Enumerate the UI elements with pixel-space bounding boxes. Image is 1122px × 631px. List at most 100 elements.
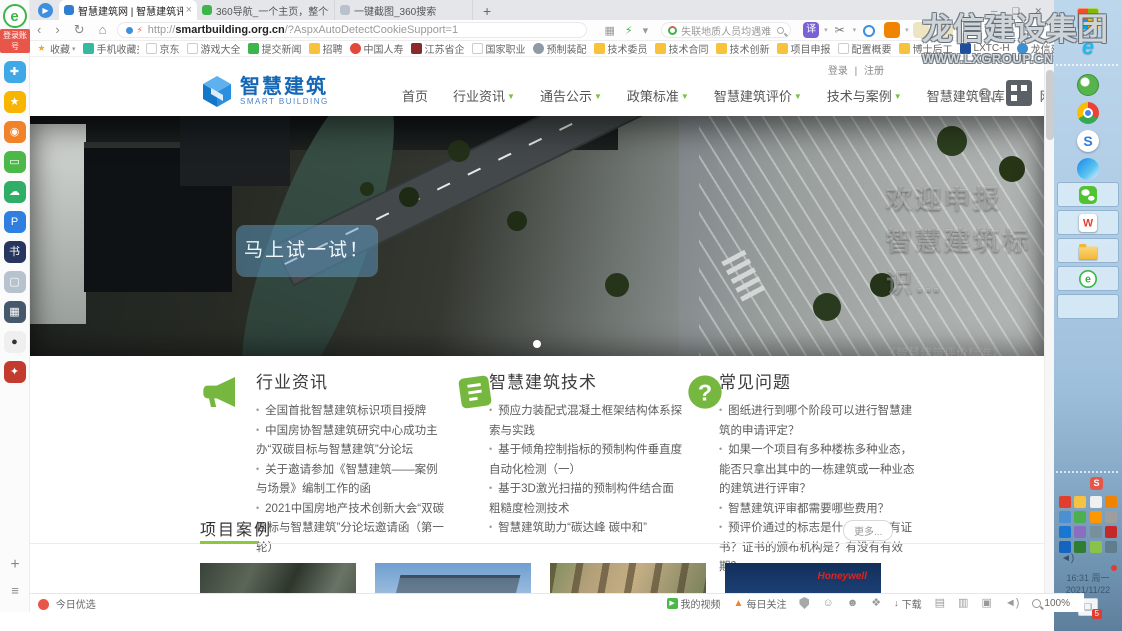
tray-icon[interactable] — [1074, 496, 1086, 508]
favorites-star-icon[interactable]: ★ — [4, 91, 26, 113]
news-link[interactable]: 全国首批智慧建筑标识项目授牌 — [256, 402, 448, 422]
login-account-badge[interactable]: 登录账号 — [0, 29, 30, 53]
bookmark-item[interactable]: 提交新闻 — [248, 41, 302, 56]
wechat-icon[interactable] — [1079, 185, 1097, 203]
qq-browser-icon[interactable] — [1077, 158, 1099, 180]
bookmark-item[interactable]: 龙信建设 — [1017, 41, 1054, 56]
tray-icon[interactable] — [1074, 541, 1086, 553]
sogou-browser-icon[interactable]: S — [1077, 130, 1099, 152]
extension-icon[interactable] — [937, 22, 953, 38]
game-screenshot-icon[interactable]: ▦ — [4, 301, 26, 323]
nav-item-技术与案例[interactable]: 技术与案例▼ — [827, 86, 902, 105]
browser-360-logo-icon[interactable]: e — [3, 4, 27, 28]
kuaikan-icon[interactable]: ◉ — [4, 121, 26, 143]
news-link[interactable]: 智慧建筑助力“碳达峰 碳中和” — [489, 519, 683, 539]
bookmark-item[interactable]: 中国人寿 — [350, 41, 404, 56]
news-link[interactable]: 关于邀请参加《智慧建筑——案例与场景》编制工作的函 — [256, 461, 448, 500]
panda-game-icon[interactable]: ● — [4, 331, 26, 353]
reader-mode-icon[interactable]: ❖ — [871, 598, 881, 609]
bookmark-item[interactable]: 项目申报 — [777, 41, 831, 56]
tab-close-button[interactable]: × — [186, 4, 192, 16]
news-link[interactable]: 如果一个项目有多种楼栋多种业态，能否只拿出其中的一栋建筑或一种业态的建筑进行评审… — [719, 441, 923, 500]
notes-icon[interactable]: ▭ — [4, 151, 26, 173]
login-link[interactable]: 登录 — [828, 66, 848, 77]
sogou-tray-icon[interactable]: S — [1090, 477, 1103, 490]
bolt-icon[interactable]: ⚡ — [625, 24, 633, 37]
tray-icon[interactable] — [1059, 526, 1071, 538]
bookmark-item[interactable]: 江苏省企 — [411, 41, 465, 56]
bookmark-item[interactable]: 预制装配 — [533, 41, 587, 56]
split-window-icon[interactable]: ▥ — [958, 598, 968, 609]
mood-icon[interactable]: ☺ — [822, 598, 833, 609]
translate-extension-icon[interactable]: 译 — [803, 22, 819, 38]
bookmark-item[interactable]: 京东 — [146, 41, 180, 56]
nav-item-通告公示[interactable]: 通告公示▼ — [540, 86, 602, 105]
tray-icon[interactable] — [1090, 496, 1102, 508]
nav-item-行业资讯[interactable]: 行业资讯▼ — [453, 86, 515, 105]
try-now-button[interactable]: 马上试一试！ — [237, 226, 377, 276]
browser-tab[interactable]: 360导航_一个主页，整个世界 — [197, 0, 335, 20]
cloud-sync-icon[interactable]: ☁ — [4, 181, 26, 203]
zoom-control[interactable]: 100% — [1032, 598, 1070, 609]
tray-icon[interactable] — [1090, 541, 1102, 553]
tray-icon[interactable] — [1105, 541, 1117, 553]
bookmark-item[interactable]: 手机收藏夹 — [83, 41, 139, 56]
news-link[interactable]: 基于倾角控制指标的预制构件垂直度自动化检测（一） — [489, 441, 683, 480]
find-magnifier-icon[interactable] — [860, 22, 876, 38]
news-link[interactable]: 2021中国房地产技术创新大会“双碳目标与智慧建筑”分论坛邀请函（第一轮） — [256, 500, 448, 559]
bookmark-item[interactable]: 招聘 — [309, 41, 343, 56]
reload-button[interactable]: ↻ — [74, 21, 85, 39]
news-link[interactable]: 预应力装配式混凝土框架结构体系探索与实践 — [489, 402, 683, 441]
bookmark-item[interactable]: 配置概要 — [838, 41, 892, 56]
tray-icon[interactable] — [1090, 511, 1102, 523]
wps-icon[interactable]: W — [1079, 213, 1097, 231]
back-button[interactable]: ‹ — [37, 21, 41, 39]
dock-add-button[interactable]: + — [0, 556, 30, 574]
tray-icon[interactable] — [1090, 526, 1102, 538]
novel-icon[interactable]: 书 — [4, 241, 26, 263]
game-red-icon[interactable]: ✦ — [4, 361, 26, 383]
address-bar[interactable]: ⚡ http://smartbuilding.org.cn/?AspxAutoD… — [117, 22, 587, 38]
speaker-icon[interactable]: ◄) — [1005, 598, 1020, 609]
tray-icon[interactable] — [1074, 526, 1086, 538]
grid-menu-icon[interactable]: ▦ — [604, 24, 614, 37]
site-search-icon[interactable] — [979, 88, 990, 99]
screenshot-scissors-icon[interactable]: ✂ — [832, 22, 848, 38]
ie-icon[interactable]: e — [1077, 36, 1099, 58]
bookmark-item[interactable]: ★收藏▾ — [36, 41, 76, 56]
bookmark-item[interactable]: 技术合同 — [655, 41, 709, 56]
browser-360-icon-slot[interactable]: e — [1057, 266, 1119, 291]
screenshot-caret-icon[interactable]: ▾ — [853, 26, 857, 34]
dock-menu-button[interactable]: ≡ — [0, 583, 30, 598]
translate-caret-icon[interactable]: ▾ — [824, 26, 828, 34]
nav-item-智慧建筑智库[interactable]: 智慧建筑智库▼ — [927, 86, 1015, 105]
daily-follow-button[interactable]: ▲每日关注 — [734, 596, 787, 611]
news-link[interactable]: 中国房协智慧建筑研究中心成功主办“双碳目标与智慧建筑”分论坛 — [256, 422, 448, 461]
bookmark-item[interactable]: 国家职业 — [472, 41, 526, 56]
game-center-icon[interactable]: ✚ — [4, 61, 26, 83]
today-picks-button[interactable]: 今日优选 — [30, 596, 96, 611]
scrollbar-thumb[interactable] — [1046, 70, 1054, 140]
pdf-tool-icon[interactable]: P — [4, 211, 26, 233]
nav-item-智慧建筑评价[interactable]: 智慧建筑评价▼ — [714, 86, 802, 105]
home-button[interactable]: ⌂ — [99, 21, 107, 39]
tray-icon[interactable] — [1105, 526, 1117, 538]
parrot-app-icon[interactable] — [1077, 74, 1099, 96]
hero-carousel-image[interactable]: 马上试一试！ 欢迎申报智慧建筑标识… 《智慧建筑评价标准》 — [30, 116, 1044, 356]
vm-windows-icon[interactable] — [1077, 8, 1099, 30]
browser-360-icon[interactable]: e — [1079, 269, 1097, 287]
search-icon[interactable] — [777, 27, 784, 34]
nav-item-政策标准[interactable]: 政策标准▼ — [627, 86, 689, 105]
search-input[interactable]: 失联地质人员均遇难 — [681, 23, 777, 38]
download-button[interactable]: ↓下载 — [894, 596, 922, 611]
tray-icon[interactable] — [1105, 496, 1117, 508]
qr-code-icon[interactable] — [1006, 80, 1032, 106]
news-link[interactable]: 基于3D激光扫描的预制构件结合面粗糙度检测技术 — [489, 480, 683, 519]
feedback-icon[interactable]: ☻ — [847, 598, 859, 609]
carousel-dot[interactable] — [533, 340, 541, 348]
security-shield-icon[interactable] — [799, 597, 809, 609]
wps-icon-slot[interactable]: W — [1057, 210, 1119, 235]
nav-item-首页[interactable]: 首页 — [402, 86, 428, 105]
volume-icon[interactable]: ◄) — [1061, 553, 1074, 564]
bookmark-item[interactable]: 技术创新 — [716, 41, 770, 56]
